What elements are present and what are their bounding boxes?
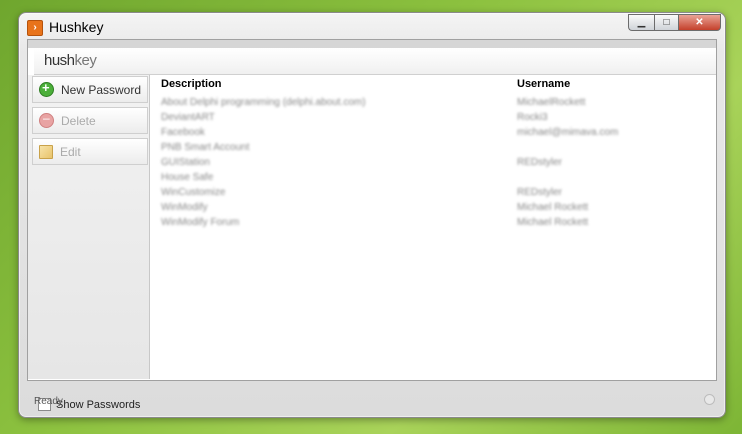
sidebar: New Password Delete Edit Show Passwords xyxy=(28,75,150,411)
show-passwords-label: Show Passwords xyxy=(56,398,141,411)
brand-strip xyxy=(28,40,716,48)
title-bar[interactable]: › Hushkey ▁ □ ✕ xyxy=(19,13,725,39)
table-row[interactable]: PNB Smart Account xyxy=(156,141,716,156)
close-button[interactable]: ✕ xyxy=(678,14,721,31)
column-header-username[interactable]: Username xyxy=(517,78,570,90)
description-cell: WinModify Forum xyxy=(161,217,240,228)
maximize-button[interactable]: □ xyxy=(654,14,678,31)
minimize-button[interactable]: ▁ xyxy=(628,14,654,31)
status-text: Ready xyxy=(34,396,63,407)
logo-part-1: hush xyxy=(44,52,75,69)
table-row[interactable]: WinModify Michael Rockett xyxy=(156,201,716,216)
edit-label: Edit xyxy=(60,144,81,159)
add-icon xyxy=(39,80,54,97)
description-cell: WinCustomize xyxy=(161,187,226,198)
new-password-label: New Password xyxy=(61,82,142,97)
remove-icon xyxy=(39,111,54,128)
resize-grip-icon[interactable] xyxy=(704,394,715,405)
password-list: Description Username About Delphi progra… xyxy=(156,78,716,380)
username-cell: MichaelRockett xyxy=(517,97,586,108)
description-cell: Facebook xyxy=(161,127,205,138)
password-rows: About Delphi programming (delphi.about.c… xyxy=(156,96,716,231)
caption-buttons: ▁ □ ✕ xyxy=(628,14,721,31)
app-window: › Hushkey ▁ □ ✕ hushkey New Password Del… xyxy=(18,12,726,418)
window-title: Hushkey xyxy=(49,19,104,35)
description-cell: House Safe xyxy=(161,172,214,183)
description-cell: DeviantART xyxy=(161,112,215,123)
description-cell: WinModify xyxy=(161,202,208,213)
new-password-button[interactable]: New Password xyxy=(32,76,148,103)
client-area: hushkey New Password Delete Edit Show Pa… xyxy=(27,39,717,411)
username-cell: REDstyler xyxy=(517,187,563,198)
edit-button[interactable]: Edit xyxy=(32,138,148,165)
description-cell: GUIStation xyxy=(161,157,210,168)
header-bar: hushkey xyxy=(34,48,716,75)
table-row[interactable]: Facebook michael@mimava.com xyxy=(156,126,716,141)
username-cell: Michael Rockett xyxy=(517,202,589,213)
description-cell: About Delphi programming (delphi.about.c… xyxy=(161,97,366,108)
table-row[interactable]: GUIStation REDstyler xyxy=(156,156,716,171)
username-cell: Rocki3 xyxy=(517,112,548,123)
table-row[interactable]: House Safe xyxy=(156,171,716,186)
hushkey-logo: hushkey xyxy=(44,52,97,69)
delete-button[interactable]: Delete xyxy=(32,107,148,134)
app-icon[interactable]: › xyxy=(27,20,43,36)
delete-label: Delete xyxy=(61,113,96,128)
username-cell: michael@mimava.com xyxy=(517,127,619,138)
table-row[interactable]: WinCustomize REDstyler xyxy=(156,186,716,201)
table-row[interactable]: DeviantART Rocki3 xyxy=(156,111,716,126)
username-cell: REDstyler xyxy=(517,157,563,168)
table-row[interactable]: WinModify Forum Michael Rockett xyxy=(156,216,716,231)
description-cell: PNB Smart Account xyxy=(161,142,250,153)
username-cell: Michael Rockett xyxy=(517,217,589,228)
column-header-description[interactable]: Description xyxy=(161,78,222,90)
table-row[interactable]: About Delphi programming (delphi.about.c… xyxy=(156,96,716,111)
pencil-icon xyxy=(39,144,53,159)
logo-part-2: key xyxy=(74,52,97,69)
